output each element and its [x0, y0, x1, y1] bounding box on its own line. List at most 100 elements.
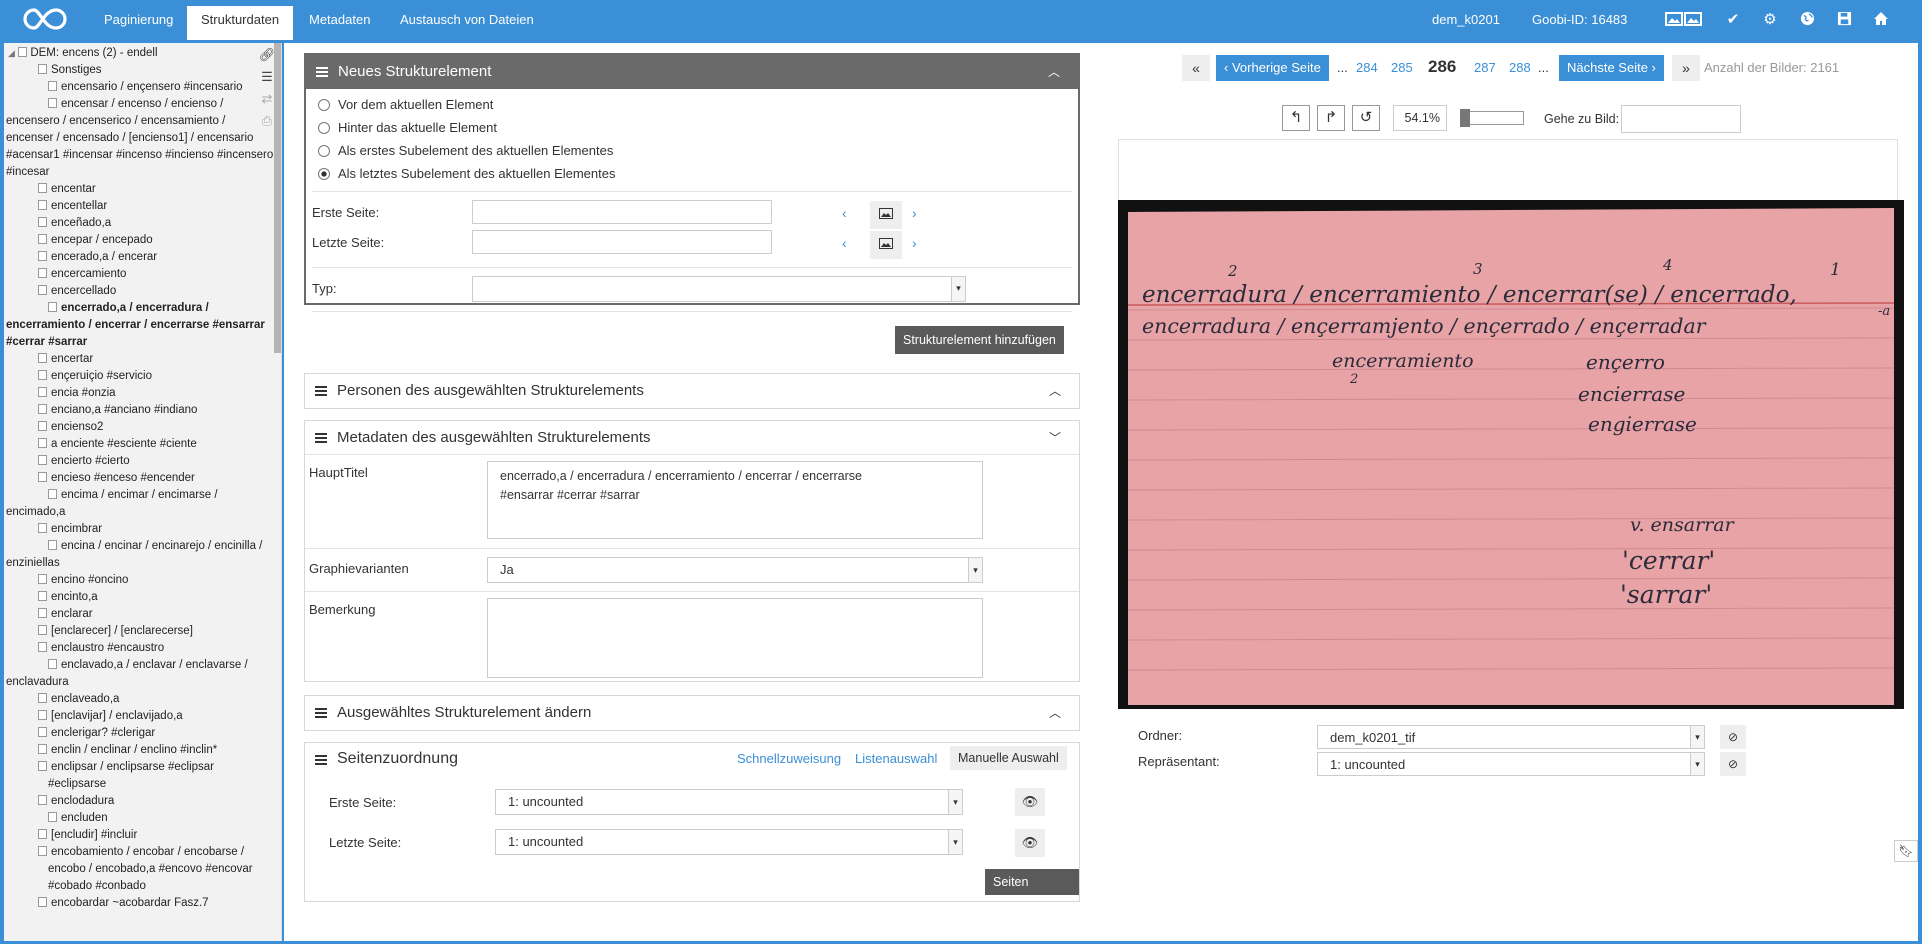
zoom-value[interactable]: 54.1%	[1393, 105, 1447, 131]
quick-assign-link[interactable]: Schnellzuweisung	[737, 751, 841, 766]
rotate-left-icon[interactable]: ↰	[1282, 105, 1310, 131]
last-page-button[interactable]: »	[1672, 55, 1700, 81]
tree-item[interactable]: encepar / encepado	[4, 232, 274, 249]
bookmark-icon[interactable]: 🔖︎	[1894, 840, 1918, 862]
tree-item[interactable]: encertar	[4, 351, 274, 368]
rotate-right-icon[interactable]: ↱	[1317, 105, 1345, 131]
first-page-button[interactable]: «	[1182, 55, 1210, 81]
bemerkung-textarea[interactable]	[487, 598, 983, 678]
tree-item[interactable]: encima / encimar / encimarse / encimado,…	[4, 487, 274, 521]
tree-item[interactable]: enciano,a #anciano #indiano	[4, 402, 274, 419]
chevron-up-icon[interactable]: ︿	[1048, 55, 1060, 89]
tab-metadaten[interactable]: Metadaten	[295, 6, 384, 40]
last-page-prev-icon[interactable]: ‹	[842, 235, 847, 251]
tree-scrollbar[interactable]	[274, 43, 281, 353]
page-285[interactable]: 285	[1391, 55, 1413, 81]
list-select-link[interactable]: Listenauswahl	[855, 751, 937, 766]
representative-select[interactable]: 1: uncounted ▾	[1317, 752, 1705, 776]
prev-page-button[interactable]: ‹ Vorherige Seite	[1216, 55, 1329, 81]
tree-item[interactable]: enceñado,a	[4, 215, 274, 232]
assign-pages-button[interactable]: Seiten zuweisen	[985, 869, 1079, 915]
tab-paginierung[interactable]: Paginierung	[90, 6, 187, 40]
check-icon[interactable]: ✔	[1723, 11, 1743, 29]
page-287[interactable]: 287	[1474, 55, 1496, 81]
last-page-next-icon[interactable]: ›	[912, 235, 917, 251]
tree-item[interactable]: [enclarecer] / [enclarecerse]	[4, 623, 274, 640]
reset-icon[interactable]: ↺	[1352, 105, 1380, 131]
tree-item[interactable]: encimbrar	[4, 521, 274, 538]
type-select[interactable]: ▾	[472, 276, 966, 302]
next-page-button[interactable]: Nächste Seite ›	[1559, 55, 1664, 81]
folder-select[interactable]: dem_k0201_tif ▾	[1317, 725, 1705, 749]
tree-item[interactable]: encienso2	[4, 419, 274, 436]
radio-last-sub[interactable]: Als letztes Subelement des aktuellen Ele…	[318, 166, 616, 181]
first-page-prev-icon[interactable]: ‹	[842, 205, 847, 221]
tree-item[interactable]: encerrado,a / encerradura / encerramient…	[4, 300, 274, 351]
tree-item[interactable]: enclipsar / enclipsarse #eclipsar #eclip…	[4, 759, 274, 793]
tree-item[interactable]: encinto,a	[4, 589, 274, 606]
assign-last-select[interactable]: 1: uncounted ▾	[495, 829, 963, 855]
tree-item[interactable]: enclerigar? #clerigar	[4, 725, 274, 742]
image-icon[interactable]	[1665, 11, 1703, 29]
manual-select-tab[interactable]: Manuelle Auswahl	[950, 746, 1067, 770]
globe-icon[interactable]	[1797, 11, 1817, 29]
tree-item[interactable]: encino #oncino	[4, 572, 274, 589]
tree-item[interactable]: encensar / encenso / encienso / encenser…	[4, 96, 274, 181]
chevron-up-icon[interactable]: ︿	[1049, 696, 1061, 730]
graphie-select[interactable]: Ja ▾	[487, 557, 983, 583]
change-header[interactable]: Ausgewähltes Strukturelement ändern ︿	[305, 696, 1079, 730]
new-element-header[interactable]: Neues Strukturelement ︿	[306, 55, 1078, 89]
tree-item[interactable]: enclodadura	[4, 793, 274, 810]
check-circle-icon[interactable]: ⊘	[1720, 752, 1746, 776]
tree-item[interactable]: enclavado,a / enclavar / enclavarse / en…	[4, 657, 274, 691]
tree-item[interactable]: Sonstiges	[4, 62, 274, 79]
tree-item[interactable]: encercellado	[4, 283, 274, 300]
tree-item[interactable]: [encludir] #incluir	[4, 827, 274, 844]
tree-item[interactable]: encierto #cierto	[4, 453, 274, 470]
tree-item[interactable]: enclin / enclinar / enclino #inclin*	[4, 742, 274, 759]
tree-item[interactable]: enclaustro #encaustro	[4, 640, 274, 657]
page-284[interactable]: 284	[1356, 55, 1378, 81]
tree-item[interactable]: encluden	[4, 810, 274, 827]
chevron-up-icon[interactable]: ︿	[1049, 374, 1061, 408]
radio-before[interactable]: Vor dem aktuellen Element	[318, 97, 493, 112]
first-page-input[interactable]	[472, 200, 772, 224]
tree-item[interactable]: encensario / ençensero #incensario	[4, 79, 274, 96]
assign-first-select[interactable]: 1: uncounted ▾	[495, 789, 963, 815]
check-circle-icon[interactable]: ⊘	[1720, 725, 1746, 749]
tree-item[interactable]: a enciente #esciente #ciente	[4, 436, 274, 453]
tree-item[interactable]: enclarar	[4, 606, 274, 623]
tree-item[interactable]: encina / encinar / encinarejo / encinill…	[4, 538, 274, 572]
gear-icon[interactable]: ⚙	[1760, 11, 1780, 29]
last-page-input[interactable]	[472, 230, 772, 254]
metadata-header[interactable]: Metadaten des ausgewählten Struktureleme…	[305, 421, 1079, 455]
tree-item[interactable]: encerado,a / encerar	[4, 249, 274, 266]
tree-item[interactable]: encobamiento / encobar / encobarse / enc…	[4, 844, 274, 895]
tree-item[interactable]: encentar	[4, 181, 274, 198]
first-page-next-icon[interactable]: ›	[912, 205, 917, 221]
eye-icon[interactable]: 👁︎	[1015, 788, 1045, 816]
tab-strukturdaten[interactable]: Strukturdaten	[187, 6, 294, 40]
tree-root[interactable]: ◢ DEM: encens (2) - endell	[4, 45, 274, 62]
home-icon[interactable]	[1871, 11, 1891, 29]
tree-item[interactable]: encentellar	[4, 198, 274, 215]
chevron-down-icon[interactable]: ﹀	[1049, 421, 1061, 455]
zoom-slider-handle[interactable]	[1460, 109, 1470, 127]
zoom-slider[interactable]	[1460, 109, 1524, 127]
save-icon[interactable]	[1834, 11, 1854, 29]
radio-first-sub[interactable]: Als erstes Subelement des aktuellen Elem…	[318, 143, 613, 158]
page-288[interactable]: 288	[1509, 55, 1531, 81]
goto-input[interactable]	[1621, 105, 1741, 133]
tree-item[interactable]: enclaveado,a	[4, 691, 274, 708]
tree-item[interactable]: encia #onzia	[4, 385, 274, 402]
radio-after[interactable]: Hinter das aktuelle Element	[318, 120, 497, 135]
tree-item[interactable]: encobardar ~acobardar Fasz.7	[4, 895, 274, 912]
haupttitel-textarea[interactable]: encerrado,a / encerradura / encerramient…	[487, 461, 983, 539]
tree-item[interactable]: encercamiento	[4, 266, 274, 283]
first-page-image-icon[interactable]	[870, 201, 902, 229]
add-element-button[interactable]: Strukturelement hinzufügen	[895, 326, 1064, 354]
last-page-image-icon[interactable]	[870, 231, 902, 259]
persons-header[interactable]: Personen des ausgewählten Strukturelemen…	[305, 374, 1079, 408]
tree-item[interactable]: encieso #enceso #encender	[4, 470, 274, 487]
tree-item[interactable]: ençeruiçio #servicio	[4, 368, 274, 385]
